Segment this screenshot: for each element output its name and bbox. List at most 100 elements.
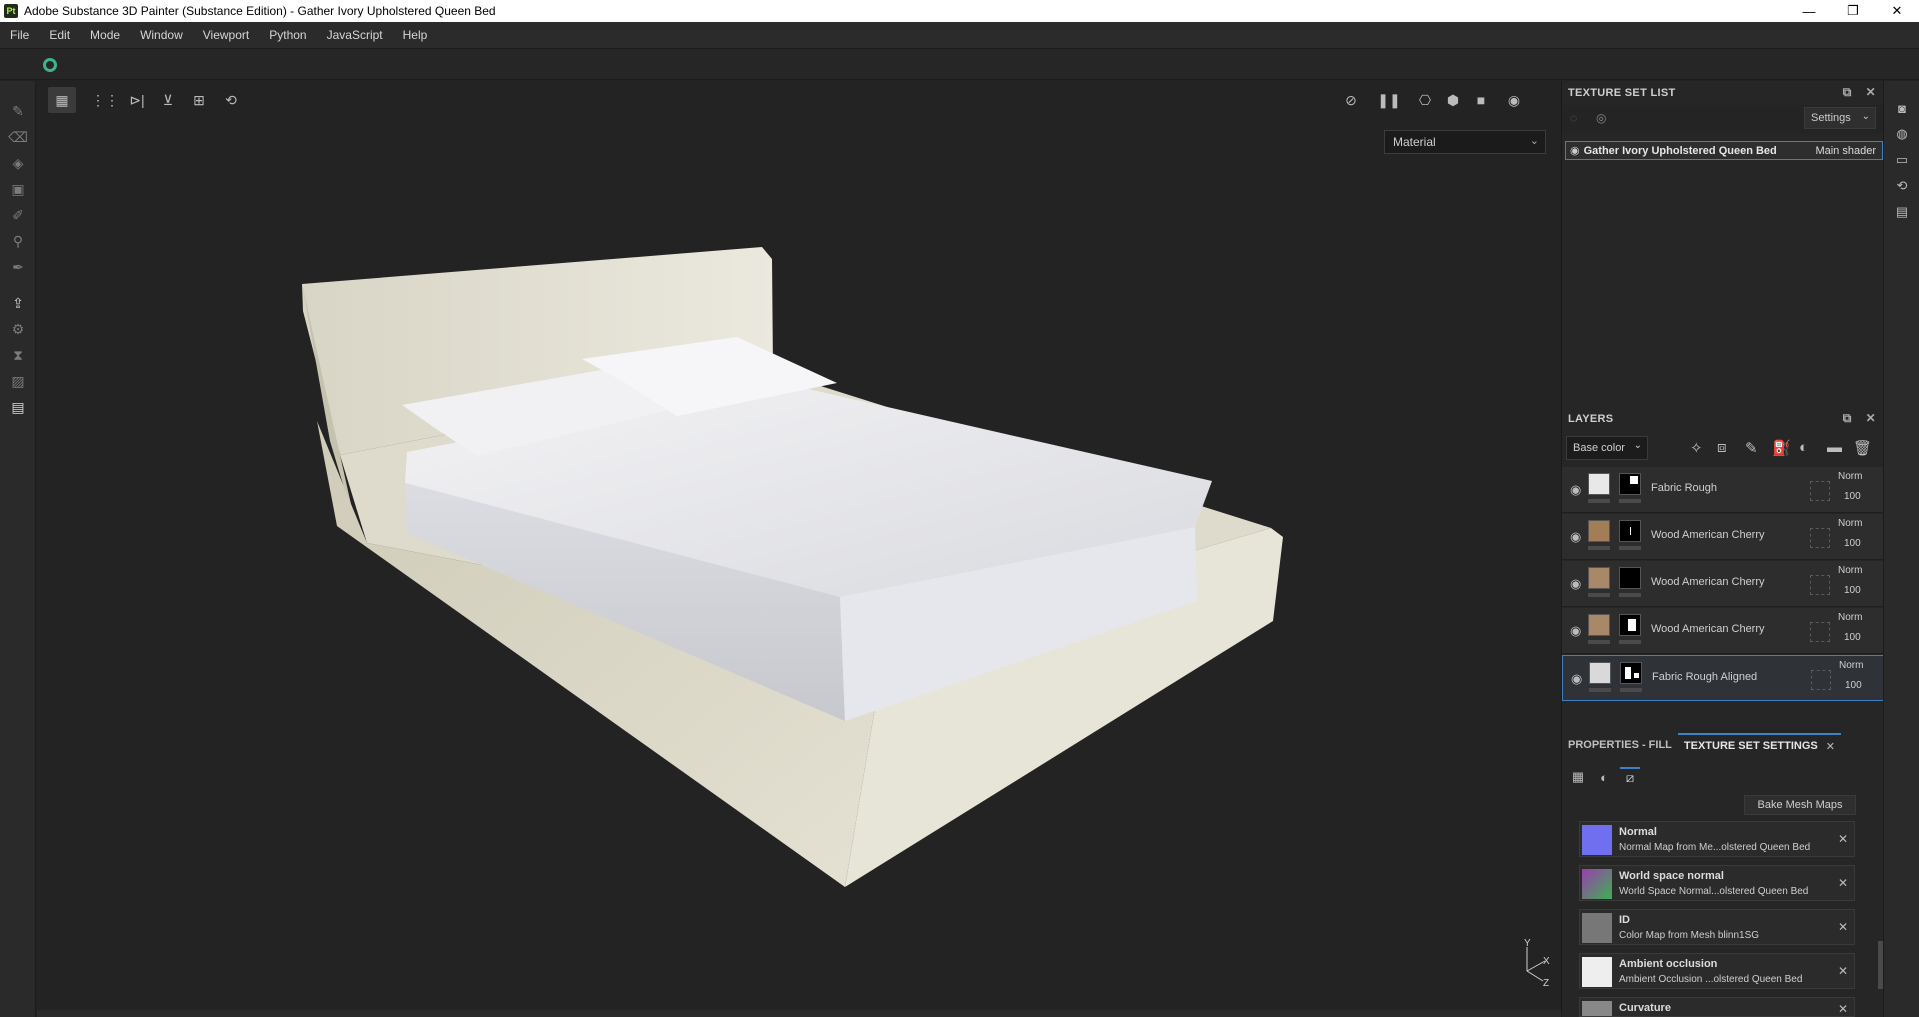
- menu-file[interactable]: File: [0, 28, 39, 42]
- export-icon[interactable]: ⇪: [8, 293, 28, 313]
- uv-tools-icon[interactable]: ▨: [8, 371, 28, 391]
- eye-icon[interactable]: ◉: [1570, 482, 1581, 498]
- close-tab-icon[interactable]: ✕: [1826, 740, 1835, 753]
- menu-viewport[interactable]: Viewport: [193, 28, 259, 42]
- geometry-mask-icon[interactable]: ▣: [8, 179, 28, 199]
- display-settings-icon[interactable]: ◙: [1893, 99, 1911, 117]
- layer-opacity[interactable]: 100: [1844, 585, 1861, 596]
- menu-help[interactable]: Help: [393, 28, 438, 42]
- layer-opacity[interactable]: 100: [1844, 538, 1861, 549]
- eye-icon[interactable]: ◉: [1570, 623, 1581, 639]
- mesh-map-item[interactable]: Ambient occlusion Ambient Occlusion ...o…: [1579, 953, 1855, 989]
- bake-settings-icon[interactable]: ⚙: [8, 319, 28, 339]
- remove-map-icon[interactable]: ✕: [1838, 920, 1848, 934]
- menu-python[interactable]: Python: [259, 28, 316, 42]
- remove-map-icon[interactable]: ✕: [1838, 832, 1848, 846]
- texture-set-toolbar: ◌ ◎ Settings ⌄: [1562, 105, 1884, 133]
- add-mask-icon[interactable]: ⧈: [1717, 439, 1727, 456]
- delete-layer-icon[interactable]: 🗑: [1853, 439, 1872, 457]
- layer-mask-thumbnail[interactable]: [1619, 614, 1641, 636]
- blend-mode[interactable]: Norm: [1838, 518, 1862, 529]
- layer-mask-thumbnail[interactable]: [1619, 567, 1641, 589]
- texture-set-shader[interactable]: Main shader: [1815, 145, 1876, 157]
- menu-edit[interactable]: Edit: [39, 28, 80, 42]
- channels-icon[interactable]: ▦: [1568, 767, 1588, 787]
- close-panel-icon[interactable]: ✕: [1866, 85, 1876, 100]
- layer-opacity[interactable]: 100: [1845, 680, 1862, 691]
- texture-set-item[interactable]: ◉ Gather Ivory Upholstered Queen Bed Mai…: [1565, 141, 1883, 160]
- layer-mask-thumbnail[interactable]: [1619, 520, 1641, 542]
- add-paint-layer-icon[interactable]: ✎: [1745, 439, 1758, 457]
- layer-row[interactable]: ◉ Wood American Cherry Norm 100: [1562, 514, 1884, 560]
- mesh-map-item[interactable]: Curvature ✕: [1579, 997, 1855, 1017]
- mesh-map-title: ID: [1619, 914, 1630, 926]
- menu-mode[interactable]: Mode: [80, 28, 130, 42]
- timeline-bar[interactable]: [37, 1010, 1561, 1017]
- remove-map-icon[interactable]: ✕: [1838, 876, 1848, 890]
- blend-mode[interactable]: Norm: [1838, 471, 1862, 482]
- screenshot-icon[interactable]: ▤: [8, 397, 28, 417]
- blend-mode[interactable]: Norm: [1838, 612, 1862, 623]
- layer-effect-slot[interactable]: [1810, 481, 1830, 501]
- paint-brush-icon[interactable]: ✎: [8, 101, 28, 121]
- mesh-map-item[interactable]: World space normal World Space Normal...…: [1579, 865, 1855, 901]
- layer-mask-thumbnail[interactable]: [1620, 662, 1642, 684]
- color-picker-icon[interactable]: ✒: [8, 257, 28, 277]
- mesh-map-item[interactable]: Normal Normal Map from Me...olstered Que…: [1579, 821, 1855, 857]
- history-icon[interactable]: ⟲: [1893, 177, 1911, 195]
- layer-opacity[interactable]: 100: [1844, 491, 1861, 502]
- close-button[interactable]: ✕: [1875, 0, 1919, 22]
- layer-mask-thumbnail[interactable]: [1619, 473, 1641, 495]
- layer-name: Fabric Rough Aligned: [1652, 671, 1758, 683]
- eraser-icon[interactable]: ⌫: [8, 127, 28, 147]
- timeline-icon[interactable]: ⧗: [8, 345, 28, 365]
- log-icon[interactable]: ▤: [1893, 203, 1911, 221]
- shader-settings-icon[interactable]: ◍: [1893, 125, 1911, 143]
- eye-icon[interactable]: ◉: [1571, 671, 1582, 687]
- menu-window[interactable]: Window: [130, 28, 193, 42]
- layer-effect-slot[interactable]: [1811, 670, 1831, 690]
- remove-map-icon[interactable]: ✕: [1838, 964, 1848, 978]
- eye-icon[interactable]: ◉: [1570, 144, 1580, 157]
- remove-map-icon[interactable]: ✕: [1838, 1002, 1848, 1016]
- minimize-button[interactable]: —: [1787, 0, 1831, 22]
- bed-model[interactable]: [37, 81, 1561, 1017]
- undock-icon[interactable]: ⧉: [1843, 411, 1852, 426]
- menu-javascript[interactable]: JavaScript: [317, 28, 393, 42]
- eye-icon[interactable]: ◉: [1570, 576, 1581, 592]
- mesh-map-item[interactable]: ID Color Map from Mesh blinn1SG ✕: [1579, 909, 1855, 945]
- settings-dropdown[interactable]: Settings ⌄: [1804, 107, 1876, 129]
- layer-row-selected[interactable]: ◉ Fabric Rough Aligned Norm 100: [1562, 655, 1884, 701]
- layer-effect-slot[interactable]: [1810, 528, 1830, 548]
- add-folder-icon[interactable]: ▬: [1827, 439, 1842, 456]
- assets-icon[interactable]: ▭: [1893, 151, 1911, 169]
- projection-icon[interactable]: ◈: [8, 153, 28, 173]
- clone-stamp-icon[interactable]: ⚲: [8, 231, 28, 251]
- bake-mesh-maps-button[interactable]: Bake Mesh Maps: [1744, 795, 1856, 815]
- layer-row[interactable]: ◉ Fabric Rough Norm 100: [1562, 467, 1884, 513]
- add-smart-material-icon[interactable]: ◐: [1799, 439, 1808, 456]
- tab-properties-fill[interactable]: PROPERTIES - FILL: [1562, 733, 1678, 757]
- layer-effect-slot[interactable]: [1810, 622, 1830, 642]
- layer-opacity[interactable]: 100: [1844, 632, 1861, 643]
- viewport-3d[interactable]: ▦ ⋮⋮ ⊳| ⊻ ⊞ ⟲ ⊘ ❚❚ ⎔ ⬢ ■ ◉ Material ⌄ Y …: [37, 81, 1561, 1017]
- substance-logo-icon[interactable]: [43, 58, 57, 72]
- layer-row[interactable]: ◉ Wood American Cherry Norm 100: [1562, 608, 1884, 654]
- add-effect-icon[interactable]: ✧: [1690, 439, 1703, 457]
- undock-icon[interactable]: ⧉: [1843, 85, 1852, 100]
- eye-icon[interactable]: ◉: [1570, 529, 1581, 545]
- blend-mode[interactable]: Norm: [1839, 660, 1863, 671]
- show-all-icon[interactable]: ◎: [1596, 111, 1606, 125]
- shader-icon[interactable]: ◐: [1594, 767, 1614, 787]
- mesh-maps-icon[interactable]: ⧄: [1620, 767, 1640, 787]
- layer-row[interactable]: ◉ Wood American Cherry Norm 100: [1562, 561, 1884, 607]
- hide-all-icon[interactable]: ◌: [1570, 111, 1577, 125]
- smudge-icon[interactable]: ✐: [8, 205, 28, 225]
- close-panel-icon[interactable]: ✕: [1866, 411, 1876, 426]
- layer-effect-slot[interactable]: [1810, 575, 1830, 595]
- blend-mode[interactable]: Norm: [1838, 565, 1862, 576]
- channel-select[interactable]: Base color ⌄: [1566, 436, 1648, 460]
- add-fill-layer-icon[interactable]: ⛽: [1772, 439, 1791, 457]
- maximize-button[interactable]: ❐: [1831, 0, 1875, 22]
- tab-texture-set-settings[interactable]: TEXTURE SET SETTINGS ✕: [1677, 733, 1841, 757]
